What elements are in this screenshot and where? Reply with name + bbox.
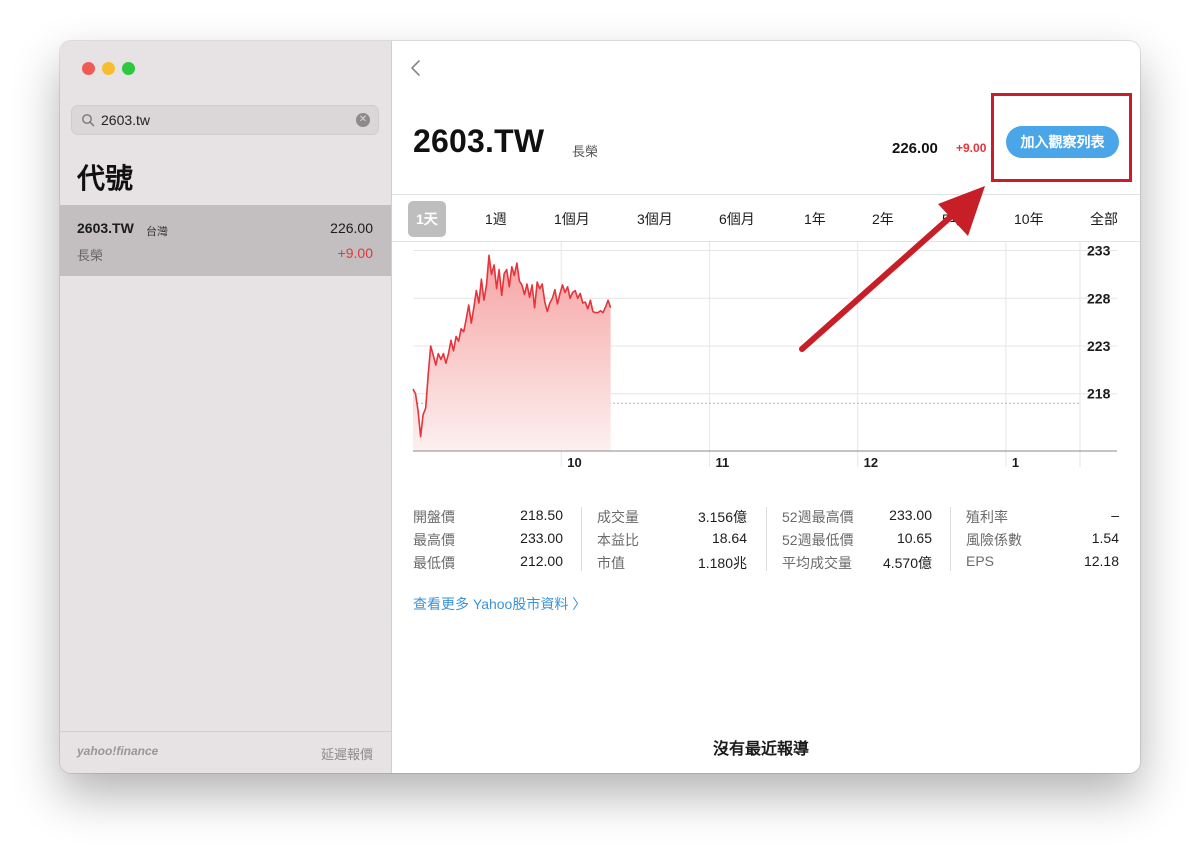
stat-label: 平均成交量 — [782, 555, 852, 571]
company-name: 長榮 — [572, 144, 599, 159]
y-tick-label: 233 — [1087, 243, 1111, 259]
stat-label: 市值 — [597, 555, 625, 571]
stat-value: 212.00 — [520, 553, 563, 569]
result-market: 台灣 — [146, 226, 168, 238]
clear-icon[interactable]: ✕ — [356, 113, 370, 127]
price-chart[interactable]: 233 228 223 218 10 11 12 1 — [392, 241, 1140, 471]
stat-value: 233.00 — [889, 507, 932, 523]
sidebar-footer-divider — [60, 731, 391, 732]
sidebar: 2603.tw ✕ 代號 2603.TW 台灣 長榮 226.00 +9.00 … — [60, 41, 392, 773]
yahoo-finance-logo[interactable]: yahoo!finance — [77, 744, 158, 758]
stat-value: 1.54 — [1091, 530, 1119, 546]
stat-value: 10.65 — [896, 530, 932, 546]
x-tick-label: 10 — [567, 455, 581, 470]
price-area — [413, 255, 611, 451]
stat-label: 52週最低價 — [782, 532, 854, 548]
result-symbol: 2603.TW — [77, 220, 134, 236]
stat-label: 風險係數 — [966, 532, 1022, 548]
more-yahoo-data-link[interactable]: 查看更多 Yahoo股市資料 〉 — [413, 594, 586, 614]
range-tab-1w[interactable]: 1週 — [485, 209, 507, 229]
stat-label: EPS — [966, 553, 995, 569]
range-tab-5y[interactable]: 5年 — [942, 209, 964, 229]
y-tick-label: 223 — [1087, 338, 1111, 354]
minimize-window-button[interactable] — [102, 62, 115, 75]
stat-value: 12.18 — [1083, 553, 1119, 569]
range-tab-6m[interactable]: 6個月 — [719, 209, 755, 229]
stat-label: 最高價 — [413, 532, 455, 548]
y-tick-label: 228 — [1087, 290, 1111, 306]
search-field[interactable]: 2603.tw ✕ — [71, 105, 379, 135]
app-window: 2603.tw ✕ 代號 2603.TW 台灣 長榮 226.00 +9.00 … — [60, 41, 1140, 773]
stat-label: 開盤價 — [413, 509, 455, 525]
close-window-button[interactable] — [82, 62, 95, 75]
stat-label: 殖利率 — [966, 509, 1008, 525]
x-tick-label: 11 — [715, 455, 729, 470]
sidebar-heading: 代號 — [77, 163, 134, 194]
stat-value: 3.156億 — [697, 509, 747, 525]
x-tick-label: 1 — [1012, 455, 1019, 470]
delayed-quote-label: 延遲報價 — [320, 747, 373, 762]
stats-column-divider — [950, 507, 951, 571]
range-tab-10y[interactable]: 10年 — [1014, 209, 1044, 229]
stat-label: 52週最高價 — [782, 509, 854, 525]
stat-value: 218.50 — [520, 507, 563, 523]
stat-label: 成交量 — [597, 509, 639, 525]
range-bar-divider-top — [392, 194, 1140, 195]
result-change: +9.00 — [337, 245, 373, 261]
price-change: +9.00 — [956, 141, 987, 155]
stat-value: 18.64 — [711, 530, 747, 546]
back-chevron-icon[interactable] — [406, 57, 426, 79]
annotation-highlight-box — [991, 93, 1132, 182]
x-tick-label: 12 — [864, 455, 878, 470]
y-tick-label: 218 — [1087, 386, 1111, 402]
range-tab-2y[interactable]: 2年 — [872, 209, 894, 229]
stat-value: 233.00 — [520, 530, 563, 546]
maximize-window-button[interactable] — [122, 62, 135, 75]
search-icon — [82, 114, 95, 127]
range-tab-all[interactable]: 全部 — [1090, 209, 1118, 229]
stats-column-divider — [766, 507, 767, 571]
result-price: 226.00 — [330, 220, 373, 236]
detail-pane: 2603.TW 長榮 226.00 +9.00 加入觀察列表 1天 1週 1個月… — [392, 41, 1140, 773]
stats-table: 開盤價 218.50 最高價 233.00 最低價 212.00 成交量 3.156億本益比 1… — [413, 507, 1119, 573]
stat-value: 4.570億 — [882, 555, 932, 571]
range-tab-3m[interactable]: 3個月 — [637, 209, 673, 229]
range-tab-1m[interactable]: 1個月 — [554, 209, 590, 229]
range-tab-1d[interactable]: 1天 — [408, 201, 446, 237]
search-result-row[interactable]: 2603.TW 台灣 長榮 226.00 +9.00 — [60, 205, 391, 276]
stat-label: 本益比 — [597, 532, 639, 548]
stat-label: 最低價 — [413, 555, 455, 571]
range-tab-1y[interactable]: 1年 — [804, 209, 826, 229]
stock-ticker: 2603.TW — [413, 123, 545, 159]
search-input[interactable]: 2603.tw — [101, 112, 150, 128]
stat-value: – — [1111, 507, 1119, 523]
stats-column-divider — [581, 507, 582, 571]
stock-price: 226.00 — [892, 140, 938, 157]
no-news-message: 沒有最近報導 — [713, 741, 810, 758]
stat-value: 1.180兆 — [697, 555, 747, 571]
result-company-name: 長榮 — [77, 248, 104, 263]
